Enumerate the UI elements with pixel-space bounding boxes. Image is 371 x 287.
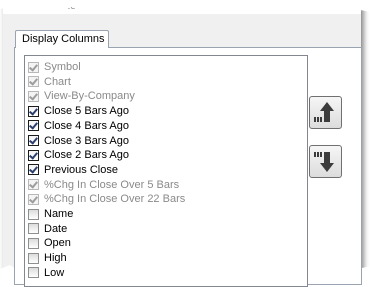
column-label: Symbol <box>44 61 81 73</box>
column-checkbox[interactable] <box>28 208 39 220</box>
columns-dialog: Re Display Columns SymbolChartView-By-Co… <box>3 0 362 287</box>
tab-label: Display Columns <box>22 33 105 45</box>
column-item: %Chg In Close Over 5 Bars <box>28 178 179 192</box>
move-up-button[interactable] <box>309 96 342 129</box>
column-item[interactable]: Date <box>28 222 67 236</box>
column-checkbox <box>28 76 39 88</box>
column-label: Previous Close <box>44 163 118 176</box>
column-checkbox <box>28 193 39 205</box>
column-label: Date <box>44 222 68 235</box>
screenshot-page: Re Display Columns SymbolChartView-By-Co… <box>0 0 371 287</box>
column-checkbox <box>28 90 39 102</box>
column-checkbox <box>28 61 39 73</box>
display-columns-panel: Symbol Chart View-By-Company Close 5 Bars A… <box>14 47 362 287</box>
column-label: Close 2 Bars Ago <box>44 149 129 162</box>
column-checkbox[interactable] <box>28 120 39 132</box>
column-item[interactable]: Close 4 Bars Ago <box>28 119 129 133</box>
column-label: Low <box>44 266 65 279</box>
column-checkbox[interactable] <box>28 252 39 264</box>
column-item[interactable]: Previous Close <box>28 163 118 177</box>
column-label: Name <box>44 208 74 220</box>
column-label: Close 4 Bars Ago <box>44 119 129 132</box>
column-label: Close 3 Bars Ago <box>44 134 129 147</box>
column-label: View-By-Company <box>44 90 135 103</box>
column-checkbox[interactable] <box>28 105 39 117</box>
column-checkbox[interactable] <box>28 135 39 146</box>
column-item[interactable]: High <box>28 251 67 265</box>
arrow-up-icon <box>314 102 334 122</box>
column-checkbox[interactable] <box>28 149 39 161</box>
column-item[interactable]: Name <box>28 207 73 221</box>
column-item: Symbol <box>28 60 81 74</box>
column-checkbox[interactable] <box>28 223 39 235</box>
column-item[interactable]: Close 5 Bars Ago <box>28 104 129 118</box>
column-item[interactable]: Low <box>28 266 64 280</box>
column-label: High <box>44 252 67 265</box>
columns-listbox[interactable]: Symbol Chart View-By-Company Close 5 Bars A… <box>24 55 308 287</box>
column-checkbox <box>28 179 39 191</box>
column-item: Chart <box>28 75 71 89</box>
tab-display-columns[interactable]: Display Columns <box>15 30 109 48</box>
column-item: View-By-Company <box>28 89 135 103</box>
column-checkbox[interactable] <box>28 164 39 176</box>
move-down-button[interactable] <box>309 145 342 178</box>
column-checkbox[interactable] <box>28 237 39 249</box>
column-label: Close 5 Bars Ago <box>44 105 129 118</box>
column-label: %Chg In Close Over 5 Bars <box>44 178 180 191</box>
column-item[interactable]: Open <box>28 236 71 250</box>
column-item[interactable]: Close 3 Bars Ago <box>28 134 129 148</box>
torn-top-edge <box>0 0 371 14</box>
column-checkbox[interactable] <box>28 267 39 279</box>
column-label: %Chg In Close Over 22 Bars <box>44 193 186 206</box>
column-item[interactable]: Close 2 Bars Ago <box>28 148 129 162</box>
arrow-down-icon <box>314 152 334 172</box>
column-label: Chart <box>44 75 71 88</box>
column-label: Open <box>44 237 71 250</box>
column-item: %Chg In Close Over 22 Bars <box>28 192 185 206</box>
